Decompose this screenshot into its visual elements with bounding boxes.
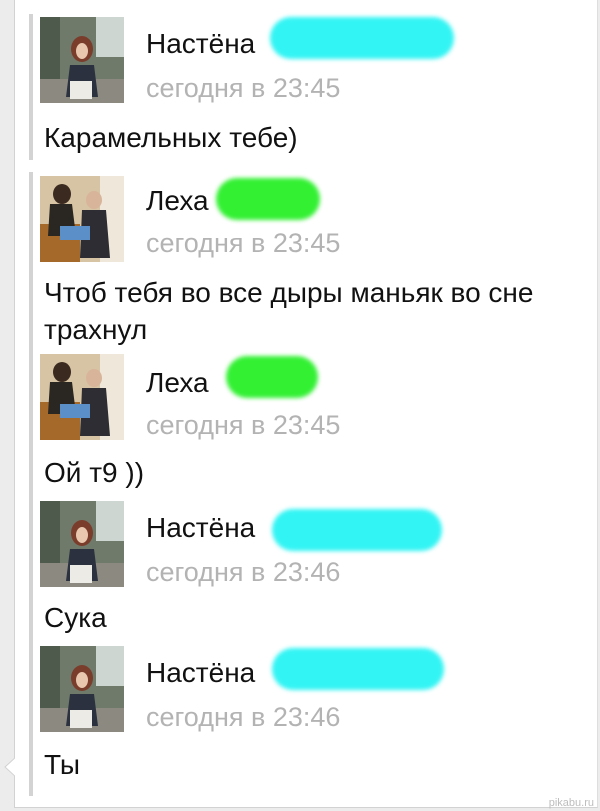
bubble-tail — [4, 756, 17, 778]
redaction-mark — [216, 178, 320, 220]
girl-photo-avatar[interactable] — [40, 646, 124, 732]
message-item[interactable]: Настёна сегодня в 23:46 Ты — [40, 646, 590, 786]
redaction-mark — [272, 648, 444, 690]
message-item[interactable]: Леха сегодня в 23:45 Чтоб тебя во все ды… — [40, 176, 590, 346]
message-text: Ты — [44, 749, 80, 780]
message-time: сегодня в 23:45 — [146, 228, 341, 258]
message-item[interactable]: Настёна сегодня в 23:45 Карамельных тебе… — [40, 17, 590, 157]
author-name[interactable]: Настёна — [146, 658, 255, 688]
message-item[interactable]: Настёна сегодня в 23:46 Сука — [40, 501, 590, 641]
redaction-mark — [270, 17, 454, 59]
author-name[interactable]: Леха — [146, 368, 209, 398]
message-text: Чтоб тебя во все дыры маньяк во сне трах… — [44, 277, 534, 345]
message-item[interactable]: Леха сегодня в 23:45 Ой т9 )) — [40, 354, 590, 494]
boys-photo-avatar[interactable] — [40, 176, 124, 262]
boys-photo-avatar[interactable] — [40, 354, 124, 440]
message-text: Карамельных тебе) — [44, 122, 298, 153]
message-group-bar — [29, 172, 33, 796]
girl-photo-avatar[interactable] — [40, 501, 124, 587]
message-text: Сука — [44, 602, 107, 633]
girl-photo-avatar[interactable] — [40, 17, 124, 103]
redaction-mark — [272, 509, 442, 551]
message-time: сегодня в 23:45 — [146, 73, 341, 103]
message-time: сегодня в 23:46 — [146, 702, 341, 732]
redaction-mark — [226, 356, 318, 398]
author-name[interactable]: Леха — [146, 186, 209, 216]
message-time: сегодня в 23:46 — [146, 557, 341, 587]
author-name[interactable]: Настёна — [146, 29, 255, 59]
message-text: Ой т9 )) — [44, 457, 145, 488]
watermark: pikabu.ru — [548, 797, 594, 809]
author-name[interactable]: Настёна — [146, 513, 255, 543]
message-group-bar — [29, 14, 33, 160]
message-time: сегодня в 23:45 — [146, 410, 341, 440]
